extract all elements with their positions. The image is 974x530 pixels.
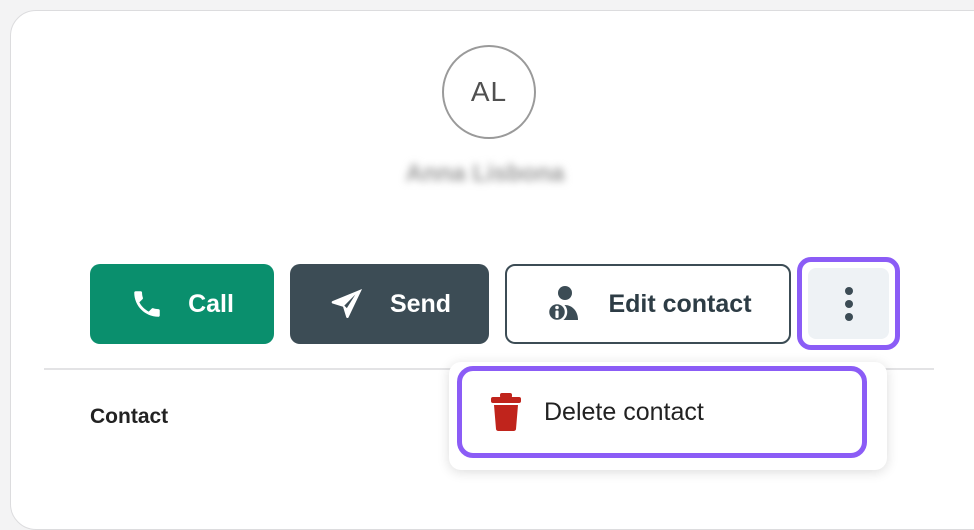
avatar: AL — [442, 45, 536, 139]
paper-plane-icon — [328, 285, 366, 323]
avatar-initials: AL — [470, 76, 508, 107]
more-options-button-inner[interactable] — [808, 268, 889, 339]
more-options-button[interactable] — [797, 257, 900, 350]
send-button[interactable]: Send — [290, 264, 489, 344]
call-button-label: Call — [188, 289, 234, 318]
send-button-label: Send — [389, 289, 452, 318]
call-button[interactable]: Call — [90, 264, 274, 344]
delete-contact-menu-item[interactable]: Delete contact — [457, 366, 867, 458]
edit-contact-button[interactable]: Edit contact — [505, 264, 791, 344]
user-info-icon — [544, 284, 584, 324]
delete-contact-label: Delete contact — [544, 397, 704, 426]
more-vertical-icon — [843, 286, 855, 322]
trash-icon — [490, 392, 522, 432]
contact-section-label: Contact — [90, 405, 169, 428]
contact-name: Anna Lisbona — [405, 160, 565, 187]
more-options-menu: Delete contact — [449, 362, 887, 470]
phone-icon — [130, 287, 164, 321]
edit-contact-label: Edit contact — [608, 289, 752, 318]
